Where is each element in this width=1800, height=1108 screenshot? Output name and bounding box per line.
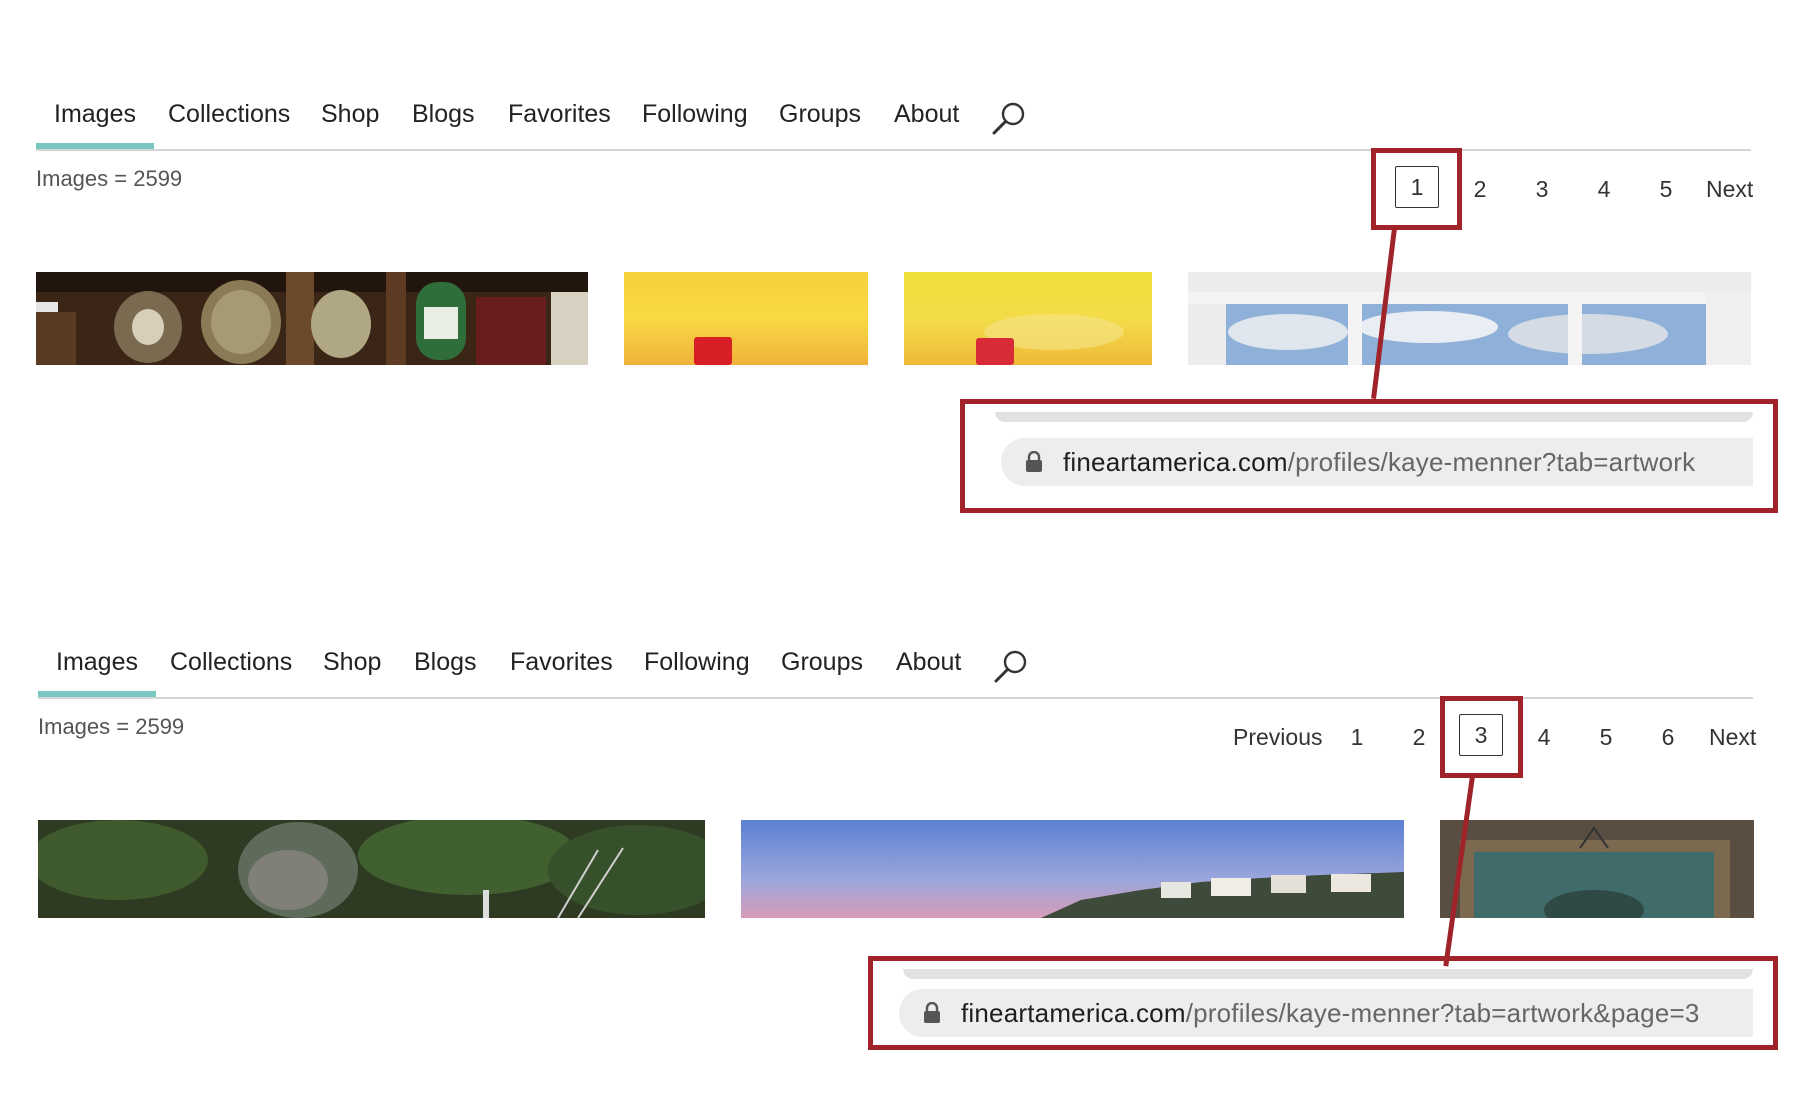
next-page-link[interactable]: Next bbox=[1709, 724, 1756, 751]
url-field[interactable]: fineartamerica.com/profiles/kaye-menner?… bbox=[899, 989, 1753, 1037]
artwork-thumbnail[interactable] bbox=[1188, 272, 1751, 365]
artwork-thumbnail[interactable] bbox=[36, 272, 588, 365]
tab-groups[interactable]: Groups bbox=[779, 100, 861, 129]
browser-tab-strip bbox=[903, 969, 1753, 979]
screenshot-panel-page-1: Images Collections Shop Blogs Favorites … bbox=[0, 0, 1800, 560]
tab-following[interactable]: Following bbox=[644, 648, 750, 677]
page-4-link[interactable]: 4 bbox=[1589, 176, 1619, 203]
browser-address-bar: fineartamerica.com/profiles/kaye-menner?… bbox=[965, 404, 1773, 508]
url-text: fineartamerica.com/profiles/kaye-menner?… bbox=[961, 998, 1700, 1029]
profile-tab-bar: Images Collections Shop Blogs Favorites … bbox=[36, 86, 1751, 151]
screenshot-panel-page-3: Images Collections Shop Blogs Favorites … bbox=[0, 548, 1800, 1108]
previous-page-link[interactable]: Previous bbox=[1233, 724, 1322, 751]
page-2-link[interactable]: 2 bbox=[1465, 176, 1495, 203]
tab-about[interactable]: About bbox=[894, 100, 959, 129]
artwork-thumbnail[interactable] bbox=[38, 820, 705, 918]
profile-tab-bar: Images Collections Shop Blogs Favorites … bbox=[38, 634, 1753, 699]
tab-about[interactable]: About bbox=[896, 648, 961, 677]
page-4-link[interactable]: 4 bbox=[1529, 724, 1559, 751]
next-page-link[interactable]: Next bbox=[1706, 176, 1753, 203]
highlight-current-page bbox=[1371, 148, 1462, 230]
url-host: fineartamerica.com bbox=[961, 998, 1186, 1028]
url-path: /profiles/kaye-menner?tab=artwork&page=3 bbox=[1185, 998, 1700, 1028]
search-icon[interactable] bbox=[990, 100, 1028, 138]
tab-groups[interactable]: Groups bbox=[781, 648, 863, 677]
lock-icon bbox=[924, 1002, 940, 1023]
tab-favorites[interactable]: Favorites bbox=[508, 100, 611, 129]
tab-images[interactable]: Images bbox=[36, 100, 154, 149]
tab-blogs[interactable]: Blogs bbox=[412, 100, 475, 129]
page-5-link[interactable]: 5 bbox=[1591, 724, 1621, 751]
image-count: Images = 2599 bbox=[38, 714, 185, 739]
tab-collections[interactable]: Collections bbox=[170, 648, 292, 677]
page-3-link[interactable]: 3 bbox=[1527, 176, 1557, 203]
page-2-link[interactable]: 2 bbox=[1404, 724, 1434, 751]
artwork-thumbnail[interactable] bbox=[624, 272, 868, 365]
lock-icon bbox=[1026, 451, 1042, 472]
tab-shop[interactable]: Shop bbox=[323, 648, 381, 677]
page-5-link[interactable]: 5 bbox=[1651, 176, 1681, 203]
tab-blogs[interactable]: Blogs bbox=[414, 648, 477, 677]
url-host: fineartamerica.com bbox=[1063, 447, 1288, 477]
tab-collections[interactable]: Collections bbox=[168, 100, 290, 129]
page-6-link[interactable]: 6 bbox=[1653, 724, 1683, 751]
artwork-thumbnail[interactable] bbox=[904, 272, 1152, 365]
page-1-link[interactable]: 1 bbox=[1342, 724, 1372, 751]
browser-address-bar: fineartamerica.com/profiles/kaye-menner?… bbox=[873, 951, 1773, 1045]
tab-shop[interactable]: Shop bbox=[321, 100, 379, 129]
browser-tab-strip bbox=[995, 412, 1753, 422]
artwork-thumbnail[interactable] bbox=[741, 820, 1404, 918]
tab-favorites[interactable]: Favorites bbox=[510, 648, 613, 677]
highlight-current-page bbox=[1440, 696, 1523, 778]
url-field[interactable]: fineartamerica.com/profiles/kaye-menner?… bbox=[1001, 438, 1753, 486]
url-path: /profiles/kaye-menner?tab=artwork bbox=[1287, 447, 1696, 477]
artwork-thumbnail[interactable] bbox=[1440, 820, 1754, 918]
search-icon[interactable] bbox=[992, 648, 1030, 686]
tab-following[interactable]: Following bbox=[642, 100, 748, 129]
tab-images[interactable]: Images bbox=[38, 648, 156, 697]
url-text: fineartamerica.com/profiles/kaye-menner?… bbox=[1063, 447, 1695, 478]
image-count: Images = 2599 bbox=[36, 166, 183, 191]
